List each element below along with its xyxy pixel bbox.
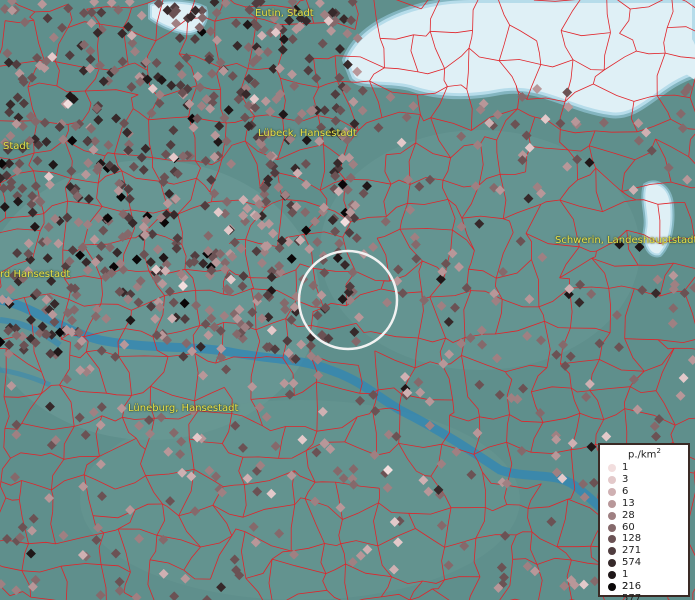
legend-swatch: [608, 475, 616, 484]
legend-label: 2 577: [622, 581, 642, 600]
city-label-lueneburg: Lüneburg, Hansestadt: [128, 403, 239, 414]
density-legend: p./km2 1 3 6 13 28 60 128 271 574 1 216 2 577: [598, 443, 690, 600]
legend-swatch: [608, 571, 616, 580]
legend-swatch: [608, 559, 616, 568]
legend-swatch: [608, 523, 616, 532]
legend-label: 271: [622, 545, 642, 557]
legend-swatch: [608, 535, 616, 544]
city-label-hamburg: rd Hansestadt: [0, 269, 71, 280]
legend-swatch: [608, 487, 616, 496]
legend-swatch: [608, 499, 616, 508]
legend-swatch: [608, 547, 616, 556]
map-canvas[interactable]: [0, 0, 695, 600]
legend-label: 60: [622, 521, 635, 533]
legend-label: 128: [622, 533, 642, 545]
city-label-eutin: Eutin, Stadt: [255, 8, 314, 19]
terrain-patch: [320, 130, 640, 370]
legend-title: p./km2: [628, 447, 661, 461]
legend-label: 28: [622, 509, 635, 521]
map-view[interactable]: Eutin, Stadt Stadt Lübeck, Hansestadt Sc…: [0, 0, 695, 600]
city-label-schwerin: Schwerin, Landeshauptstadt: [555, 235, 695, 246]
legend-label: 1: [622, 462, 629, 473]
city-label-luebeck: Lübeck, Hansestadt: [258, 128, 357, 139]
terrain-patch: [80, 400, 520, 600]
legend-swatch: [608, 511, 616, 520]
legend-label: 3: [622, 473, 629, 485]
city-label-stadt: Stadt: [3, 141, 30, 152]
legend-label: 13: [622, 497, 635, 509]
legend-label: 574: [622, 557, 642, 569]
legend-swatch: [608, 464, 616, 472]
legend-label: 6: [622, 485, 629, 497]
legend-swatch: [608, 583, 616, 591]
